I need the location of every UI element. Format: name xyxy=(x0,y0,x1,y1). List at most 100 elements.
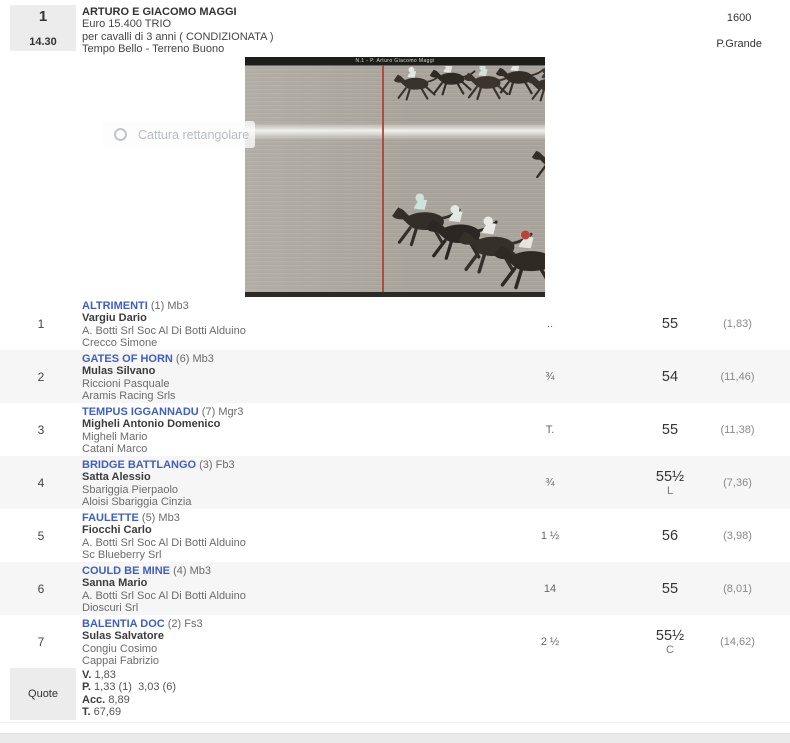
horse-breed: Fs3 xyxy=(184,618,202,630)
horse-number: (4) xyxy=(173,565,186,577)
horse-number: (1) xyxy=(151,300,164,312)
odds-value: (8,01) xyxy=(700,562,775,615)
trainer-name: Aramis Racing Srls xyxy=(82,390,460,402)
horse-link[interactable]: TEMPUS IGGANNADU xyxy=(82,406,199,418)
owner-name: Sbariggia Pierpaolo xyxy=(82,484,460,496)
photo-finish-image[interactable]: N.1 - P. Arturo Giacomo Maggi xyxy=(245,57,545,297)
footer-divider xyxy=(0,722,790,723)
gap-value: .. xyxy=(460,297,640,350)
table-row: 7 BALENTIA DOC (2) Fs3 Sulas Salvatore C… xyxy=(0,615,790,668)
table-row: 5 FAULETTE (5) Mb3 Fiocchi Carlo A. Bott… xyxy=(0,509,790,562)
capture-circle-icon xyxy=(114,128,127,141)
race-header: 1 14.30 ARTURO E GIACOMO MAGGI Euro 15.4… xyxy=(0,0,790,57)
horse-number: (2) xyxy=(168,618,181,630)
horse-breed: Fb3 xyxy=(216,459,235,471)
horse-link[interactable]: GATES OF HORN xyxy=(82,353,173,365)
trainer-name: Aloisi Sbariggia Cinzia xyxy=(82,496,460,508)
horse-breed: Mb3 xyxy=(167,300,188,312)
race-ground: Tempo Bello - Terreno Buono xyxy=(82,43,274,55)
weight-value: 55½ xyxy=(656,469,684,485)
horse-link[interactable]: BALENTIA DOC xyxy=(82,618,165,630)
photo-bottom-band xyxy=(245,292,545,297)
trainer-name: Dioscuri Srl xyxy=(82,602,460,614)
horse-breed: Mb3 xyxy=(190,565,211,577)
finish-position: 2 xyxy=(0,350,82,403)
race-number-box: 1 14.30 xyxy=(10,5,76,51)
race-meta: 1600 P.Grande xyxy=(716,12,762,50)
horse-link[interactable]: FAULETTE xyxy=(82,512,139,524)
photo-horses-graphic xyxy=(245,57,545,297)
trainer-name: Sc Blueberry Srl xyxy=(82,549,460,561)
race-title: ARTURO E GIACOMO MAGGI xyxy=(82,6,274,18)
finish-line xyxy=(382,65,384,292)
horizontal-scrollbar[interactable] xyxy=(0,733,790,743)
weight-value: 54 xyxy=(662,369,678,385)
odds-value: (14,62) xyxy=(700,615,775,668)
race-info: ARTURO E GIACOMO MAGGI Euro 15.400 TRIO … xyxy=(82,6,274,56)
horse-breed: Mb3 xyxy=(158,512,179,524)
jockey-name: Sanna Mario xyxy=(82,577,460,589)
owner-name: Migheli Mario xyxy=(82,431,460,443)
weight-note: C xyxy=(666,644,674,656)
jockey-name: Migheli Antonio Domenico xyxy=(82,418,460,430)
race-result-page: 1 14.30 ARTURO E GIACOMO MAGGI Euro 15.4… xyxy=(0,0,790,743)
table-row: 4 BRIDGE BATTLANGO (3) Fb3 Satta Alessio… xyxy=(0,456,790,509)
owner-name: Riccioni Pasquale xyxy=(82,378,460,390)
finish-position: 6 xyxy=(0,562,82,615)
quote-value: 1,83 xyxy=(94,669,115,681)
capture-tool-label: Cattura rettangolare xyxy=(138,128,249,142)
results-table: 1 ALTRIMENTI (1) Mb3 Vargiu Dario A. Bot… xyxy=(0,297,790,720)
finish-position: 3 xyxy=(0,403,82,456)
quote-value: 1,33 (1) 3,03 (6) xyxy=(94,681,176,693)
race-number: 1 xyxy=(39,8,47,25)
owner-name: Congiu Cosimo xyxy=(82,643,460,655)
trainer-name: Cappai Fabrizio xyxy=(82,655,460,667)
jockey-name: Sulas Salvatore xyxy=(82,630,460,642)
race-distance: 1600 xyxy=(716,12,762,24)
trainer-name: Crecco Simone xyxy=(82,337,460,349)
race-prize: Euro 15.400 TRIO xyxy=(82,18,274,30)
gap-value: ¾ xyxy=(460,350,640,403)
odds-value: (3,98) xyxy=(700,509,775,562)
horse-link[interactable]: COULD BE MINE xyxy=(82,565,170,577)
odds-value: (11,46) xyxy=(700,350,775,403)
gap-value: 1 ½ xyxy=(460,509,640,562)
weight-value: 56 xyxy=(662,528,678,544)
finish-position: 1 xyxy=(0,297,82,350)
quote-key: Acc. xyxy=(82,694,105,706)
horse-link[interactable]: BRIDGE BATTLANGO xyxy=(82,459,196,471)
finish-position: 5 xyxy=(0,509,82,562)
odds-value: (11,38) xyxy=(700,403,775,456)
table-row: 1 ALTRIMENTI (1) Mb3 Vargiu Dario A. Bot… xyxy=(0,297,790,350)
photo-caption: N.1 - P. Arturo Giacomo Maggi xyxy=(245,57,545,66)
horse-link[interactable]: ALTRIMENTI xyxy=(82,300,148,312)
finish-position: 4 xyxy=(0,456,82,509)
capture-tool-toast[interactable]: Cattura rettangolare xyxy=(103,121,255,148)
quote-key: T. xyxy=(82,706,91,718)
horse-breed: Mgr3 xyxy=(218,406,243,418)
finish-position: 7 xyxy=(0,615,82,668)
gap-value: 14 xyxy=(460,562,640,615)
owner-name: A. Botti Srl Soc Al Di Botti Alduino xyxy=(82,590,460,602)
table-row: 3 TEMPUS IGGANNADU (7) Mgr3 Migheli Anto… xyxy=(0,403,790,456)
jockey-name: Vargiu Dario xyxy=(82,312,460,324)
gap-value: ¾ xyxy=(460,456,640,509)
horse-number: (5) xyxy=(142,512,155,524)
weight-note: L xyxy=(667,485,673,497)
gap-value: T. xyxy=(460,403,640,456)
table-row: 2 GATES OF HORN (6) Mb3 Mulas Silvano Ri… xyxy=(0,350,790,403)
race-conditions: per cavalli di 3 anni ( CONDIZIONATA ) xyxy=(82,31,274,43)
weight-value: 55 xyxy=(662,316,678,332)
gap-value: 2 ½ xyxy=(460,615,640,668)
quote-value: 8,89 xyxy=(108,694,129,706)
owner-name: A. Botti Srl Soc Al Di Botti Alduino xyxy=(82,325,460,337)
quote-label: Quote xyxy=(10,668,76,720)
jockey-name: Fiocchi Carlo xyxy=(82,524,460,536)
race-track: P.Grande xyxy=(716,38,762,50)
race-time: 14.30 xyxy=(29,36,57,48)
horse-number: (3) xyxy=(199,459,212,471)
quote-value: 67,69 xyxy=(94,706,122,718)
table-row: 6 COULD BE MINE (4) Mb3 Sanna Mario A. B… xyxy=(0,562,790,615)
weight-value: 55 xyxy=(662,422,678,438)
jockey-name: Satta Alessio xyxy=(82,471,460,483)
